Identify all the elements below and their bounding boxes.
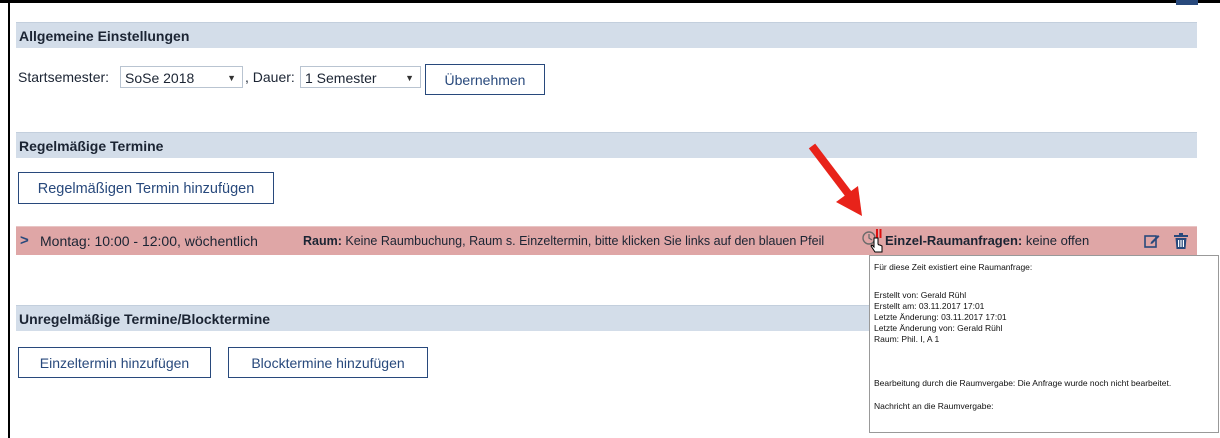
room-info: Raum: Keine Raumbuchung, Raum s. Einzelt… [303, 227, 824, 255]
add-single-appointment-button[interactable]: Einzeltermin hinzufügen [18, 347, 211, 378]
hand-cursor-icon [870, 237, 883, 253]
room-requests-value: keine offen [1025, 233, 1090, 248]
room-text: Keine Raumbuchung, Raum s. Einzeltermin,… [345, 234, 825, 248]
tooltip-created-by: Erstellt von: Gerald Rühl [874, 290, 967, 300]
add-regular-appointment-button[interactable]: Regelmäßigen Termin hinzufügen [18, 172, 274, 204]
edit-icon[interactable] [1144, 233, 1160, 249]
appointment-time: Montag: 10:00 - 12:00, wöchentlich [40, 233, 258, 249]
chevron-down-icon: ▼ [227, 73, 236, 83]
apply-button[interactable]: Übernehmen [425, 64, 545, 95]
start-semester-value: SoSe 2018 [125, 70, 195, 86]
tooltip-created-at: Erstellt am: 03.11.2017 17:01 [874, 301, 985, 311]
tooltip-message: Nachricht an die Raumvergabe: [874, 401, 994, 411]
regular-appointment-row[interactable]: > Montag: 10:00 - 12:00, wöchentlich Rau… [16, 226, 1197, 255]
frame-left-border [8, 0, 10, 438]
corner-mark [1176, 0, 1198, 5]
tooltip-room: Raum: Phil. I, A 1 [874, 334, 940, 344]
annotation-arrow-icon [808, 143, 862, 216]
tooltip-last-change: Letzte Änderung: 03.11.2017 17:01 [874, 312, 1007, 322]
room-requests: Einzel-Raumanfragen: keine offen [885, 227, 1089, 255]
duration-value: 1 Semester [305, 70, 377, 86]
start-semester-label: Startsemester: [18, 69, 110, 85]
duration-select[interactable]: 1 Semester ▼ [300, 66, 421, 88]
expand-arrow-icon[interactable]: > [20, 227, 29, 255]
tooltip-intro: Für diese Zeit existiert eine Raumanfrag… [874, 262, 1033, 272]
duration-label: , Dauer: [245, 69, 295, 85]
trash-icon[interactable] [1174, 233, 1188, 249]
tooltip-processing-status: Bearbeitung durch die Raumvergabe: Die A… [874, 378, 1172, 388]
frame-top-border [0, 0, 1220, 3]
room-label: Raum: [303, 234, 342, 248]
start-semester-select[interactable]: SoSe 2018 ▼ [120, 66, 243, 88]
section-general-header: Allgemeine Einstellungen [16, 22, 1197, 48]
room-request-tooltip: Für diese Zeit existiert eine Raumanfrag… [869, 255, 1219, 433]
room-requests-label: Einzel-Raumanfragen: [885, 233, 1023, 248]
tooltip-last-change-by: Letzte Änderung von: Gerald Rühl [874, 323, 1003, 333]
section-regular-header: Regelmäßige Termine [16, 132, 1197, 158]
add-block-appointments-button[interactable]: Blocktermine hinzufügen [228, 347, 428, 378]
chevron-down-icon: ▼ [405, 73, 414, 83]
